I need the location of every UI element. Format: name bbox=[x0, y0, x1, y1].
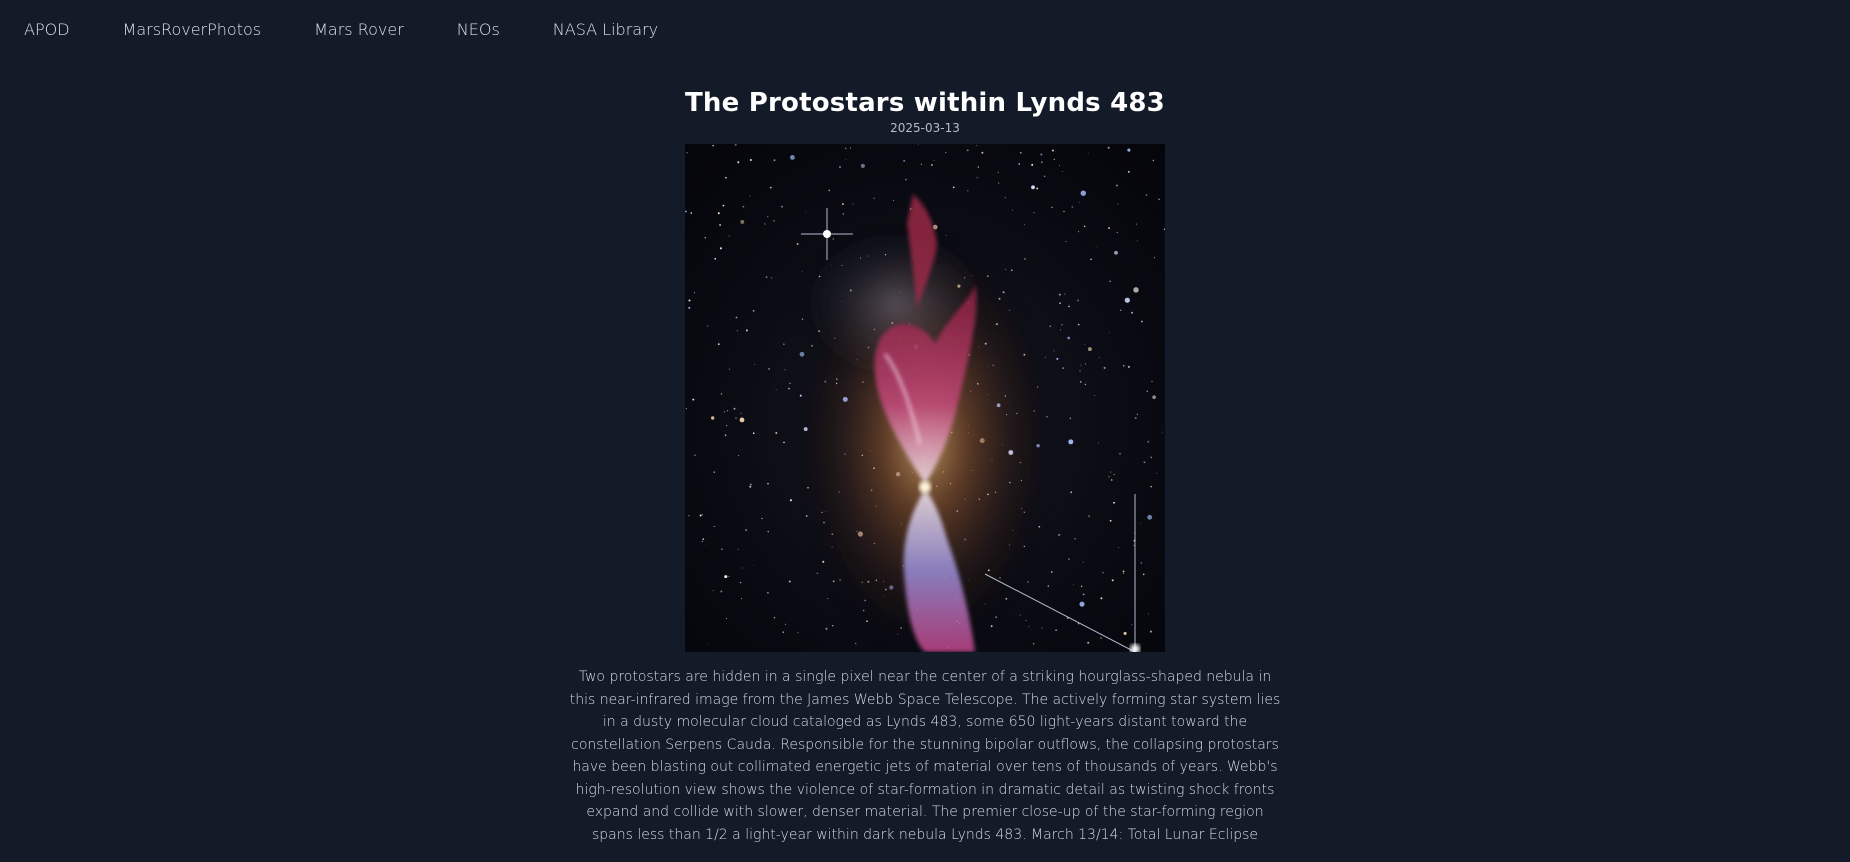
nav-link-apod[interactable]: APOD bbox=[24, 20, 70, 39]
apod-explanation: Two protostars are hidden in a single pi… bbox=[569, 669, 1281, 843]
nav-link-nasa-library[interactable]: NASA Library bbox=[553, 20, 658, 39]
nav-link-mars-rover[interactable]: Mars Rover bbox=[314, 20, 404, 39]
nav-link-neos[interactable]: NEOs bbox=[457, 20, 500, 39]
apod-content: The Protostars within Lynds 483 2025-03-… bbox=[0, 58, 1850, 860]
top-nav: APOD MarsRoverPhotos Mars Rover NEOs NAS… bbox=[0, 0, 1850, 58]
apod-image bbox=[685, 144, 1165, 652]
page-title: The Protostars within Lynds 483 bbox=[685, 88, 1165, 118]
nav-link-mars-rover-photos[interactable]: MarsRoverPhotos bbox=[123, 20, 262, 39]
apod-date: 2025-03-13 bbox=[890, 121, 960, 135]
protostar-nebula-image bbox=[685, 144, 1165, 652]
